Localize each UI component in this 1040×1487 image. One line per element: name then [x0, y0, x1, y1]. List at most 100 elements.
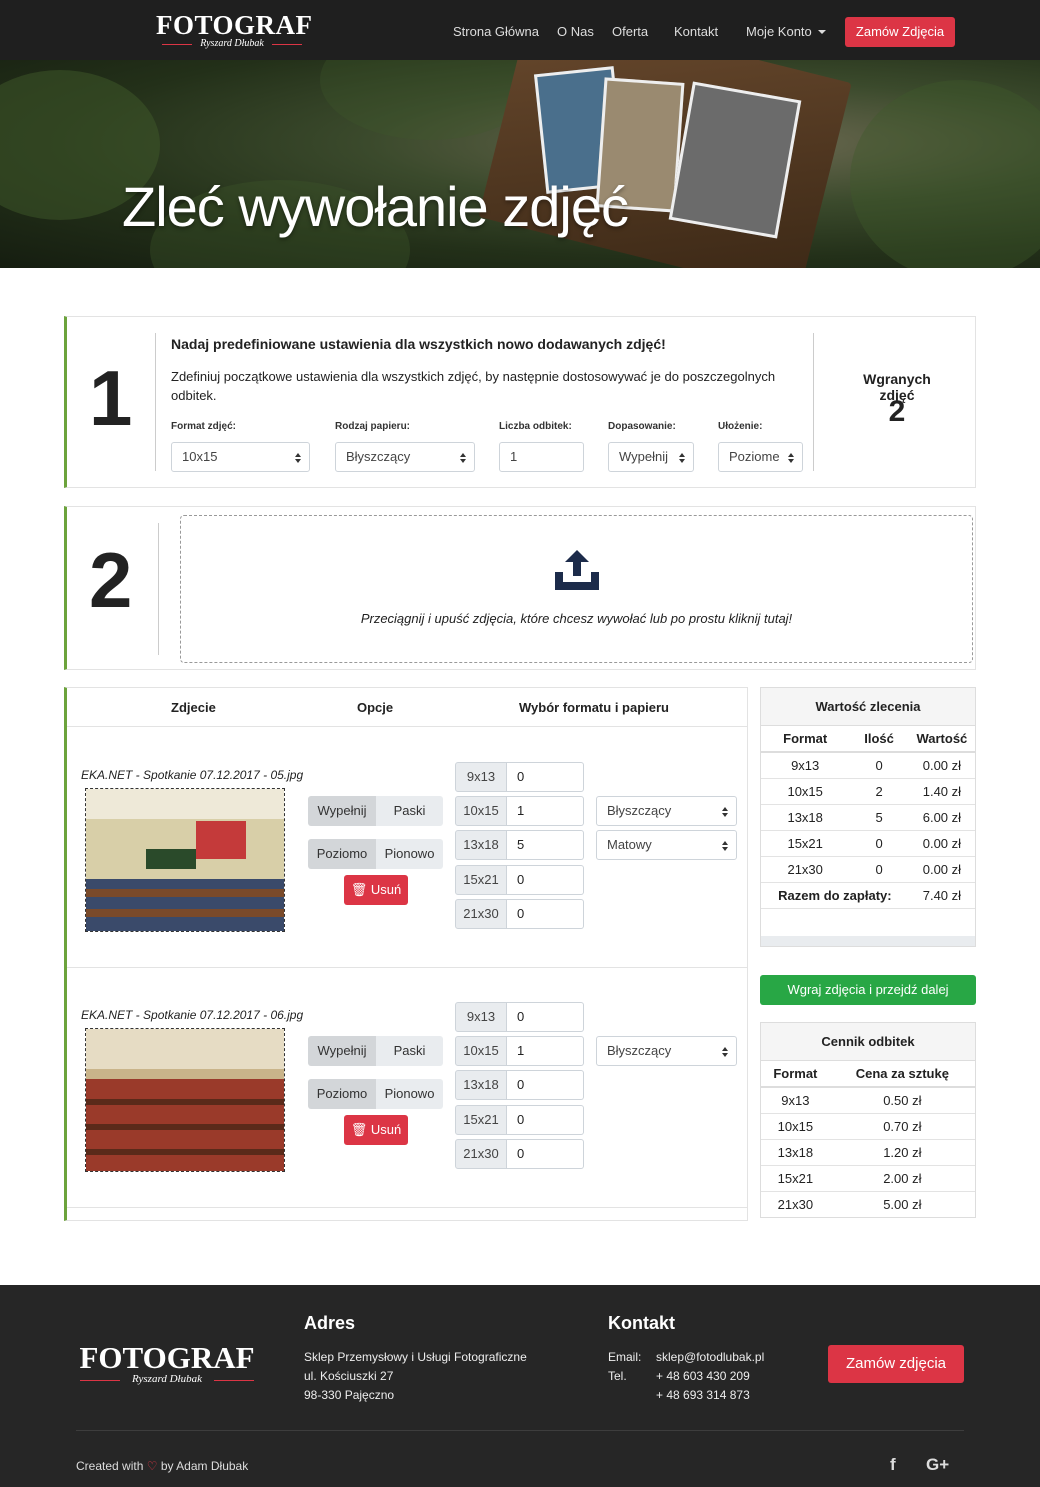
top-navbar: FOTOGRAF Ryszard Dłubak Strona Główna O … — [0, 0, 1040, 60]
email-link[interactable]: sklep@fotodlubak.pl — [656, 1350, 764, 1364]
brand-logo[interactable]: FOTOGRAF Ryszard Dłubak — [156, 10, 313, 50]
qty-row-15x21: 15x21 0 — [455, 865, 584, 895]
qty-row-13x18: 13x18 0 — [455, 1070, 584, 1100]
qty-input[interactable]: 0 — [507, 762, 584, 792]
order-value-title: Wartość zlecenia — [761, 688, 975, 726]
price-list-title: Cennik odbitek — [761, 1023, 975, 1061]
facebook-icon[interactable]: f — [890, 1455, 896, 1475]
format-label: Format zdjęć: — [171, 421, 237, 432]
delete-photo-button[interactable]: 🗑 Usuń — [344, 875, 408, 905]
phone-link[interactable]: + 48 693 314 873 — [656, 1388, 750, 1402]
caret-down-icon — [817, 30, 826, 34]
photo-thumbnail[interactable] — [85, 788, 285, 932]
paper-select[interactable]: Błyszczący — [335, 442, 475, 472]
table-row: 21x30 0 0.00 zł — [761, 855, 975, 882]
progress-bar — [761, 936, 975, 946]
footer: FOTOGRAF Ryszard Dłubak Adres Sklep Prze… — [0, 1285, 1040, 1487]
col-header-format: Wybór formatu i papieru — [519, 700, 669, 715]
qty-input[interactable]: 0 — [507, 1070, 584, 1100]
orientation-toggle: Poziomo Pionowo — [308, 1079, 443, 1109]
fit-stripes-button[interactable]: Paski — [376, 1036, 443, 1066]
price-list-table: Format Cena za sztukę 9x13 0.50 zł 10x15 0… — [761, 1061, 975, 1217]
photo-thumbnail[interactable] — [85, 1028, 285, 1172]
order-photos-button[interactable]: Zamów Zdjęcia — [845, 17, 955, 47]
divider — [813, 333, 814, 471]
orient-landscape-button[interactable]: Poziomo — [308, 1079, 376, 1109]
total-value: 7.40 zł — [908, 881, 975, 908]
paper-label: Rodzaj papieru: — [335, 421, 411, 432]
logo-subtitle: Ryszard Dłubak — [156, 38, 308, 49]
paper-select[interactable]: Błyszczący — [596, 796, 737, 826]
qty-row-9x13: 9x13 0 — [455, 762, 584, 792]
upload-and-continue-button[interactable]: Wgraj zdjęcia i przejdź dalej — [760, 975, 976, 1005]
uploaded-count: 2 — [888, 395, 906, 428]
fit-fill-button[interactable]: Wypełnij — [308, 1036, 376, 1066]
col-header-photo: Zdjecie — [171, 700, 216, 715]
fit-fill-button[interactable]: Wypełnij — [308, 796, 376, 826]
upload-dropzone[interactable]: Przeciągnij i upuść zdjęcia, które chces… — [180, 515, 973, 663]
nav-account-dropdown[interactable]: Moje Konto — [746, 24, 826, 39]
fit-select[interactable]: Wypełnij — [608, 442, 694, 472]
hero-title: Zleć wywołanie zdjęć — [122, 175, 629, 238]
nav-link-offer[interactable]: Oferta — [612, 24, 648, 39]
qty-row-15x21: 15x21 0 — [455, 1105, 584, 1135]
orient-landscape-button[interactable]: Poziomo — [308, 839, 376, 869]
footer-order-button[interactable]: Zamów zdjęcia — [828, 1345, 964, 1383]
fit-label: Dopasowanie: — [608, 421, 676, 432]
google-plus-icon[interactable]: G+ — [926, 1455, 949, 1475]
phone-link[interactable]: + 48 603 430 209 — [656, 1369, 750, 1383]
lecture-hall-image — [86, 789, 284, 931]
qty-row-9x13: 9x13 0 — [455, 1002, 584, 1032]
divider — [158, 523, 159, 655]
copies-input[interactable]: 1 — [499, 442, 584, 472]
qty-input[interactable]: 0 — [507, 865, 584, 895]
qty-input[interactable]: 0 — [507, 1002, 584, 1032]
order-value-table: Format Ilość Wartość 9x13 0 0.00 zł 10x15 2… — [761, 726, 975, 922]
upload-icon — [555, 550, 599, 590]
qty-input[interactable]: 1 — [507, 1036, 584, 1066]
step1-title: Nadaj predefiniowane ustawienia dla wszy… — [171, 336, 666, 352]
qty-row-10x15: 10x15 1 — [455, 1036, 584, 1066]
photos-list-panel: Zdjecie Opcje Wybór formatu i papieru EK… — [64, 687, 748, 1221]
nav-link-contact[interactable]: Kontakt — [674, 24, 718, 39]
table-row: 21x30 5.00 zł — [761, 1190, 975, 1217]
col-header-options: Opcje — [357, 700, 394, 715]
nav-link-about[interactable]: O Nas — [557, 24, 594, 39]
trash-icon: 🗑 — [350, 882, 368, 897]
paper-select[interactable]: Matowy — [596, 830, 737, 860]
delete-photo-button[interactable]: 🗑 Usuń — [344, 1115, 408, 1145]
divider — [155, 333, 156, 471]
fit-stripes-button[interactable]: Paski — [376, 796, 443, 826]
paper-select[interactable]: Błyszczący — [596, 1036, 737, 1066]
orientation-label: Ułożenie: — [718, 421, 763, 432]
table-row: 13x18 1.20 zł — [761, 1138, 975, 1165]
lecture-hall-image — [86, 1029, 284, 1171]
qty-input[interactable]: 0 — [507, 1105, 584, 1135]
dropzone-text: Przeciągnij i upuść zdjęcia, które chces… — [360, 611, 793, 626]
orient-portrait-button[interactable]: Pionowo — [376, 839, 443, 869]
step1-description: Zdefiniuj początkowe ustawienia dla wszy… — [171, 369, 776, 403]
trash-icon: 🗑 — [350, 1122, 368, 1137]
table-row: 15x21 0 0.00 zł — [761, 829, 975, 856]
qty-input[interactable]: 5 — [507, 830, 584, 860]
format-select[interactable]: 10x15 — [171, 442, 310, 472]
table-row: 9x13 0 0.00 zł — [761, 751, 975, 778]
orientation-toggle: Poziomo Pionowo — [308, 839, 443, 869]
qty-input[interactable]: 0 — [507, 899, 584, 929]
contact-heading: Kontakt — [608, 1313, 675, 1333]
qty-row-21x30: 21x30 0 — [455, 1139, 584, 1169]
footer-logo[interactable]: FOTOGRAF Ryszard Dłubak — [76, 1342, 258, 1385]
qty-input[interactable]: 0 — [507, 1139, 584, 1169]
qty-input[interactable]: 1 — [507, 796, 584, 826]
orientation-select[interactable]: Poziome — [718, 442, 803, 472]
account-label: Moje Konto — [746, 24, 812, 39]
fit-toggle: Wypełnij Paski — [308, 1036, 443, 1066]
nav-link-home[interactable]: Strona Główna — [453, 24, 539, 39]
step-number: 2 — [89, 536, 133, 624]
fit-toggle: Wypełnij Paski — [308, 796, 443, 826]
heart-icon: ♡ — [146, 1459, 158, 1473]
logo-title: FOTOGRAF — [156, 10, 313, 40]
credit-text: Created with ♡ by Adam Dłubak — [76, 1459, 249, 1473]
orient-portrait-button[interactable]: Pionowo — [376, 1079, 443, 1109]
table-row: 13x18 5 6.00 zł — [761, 803, 975, 830]
